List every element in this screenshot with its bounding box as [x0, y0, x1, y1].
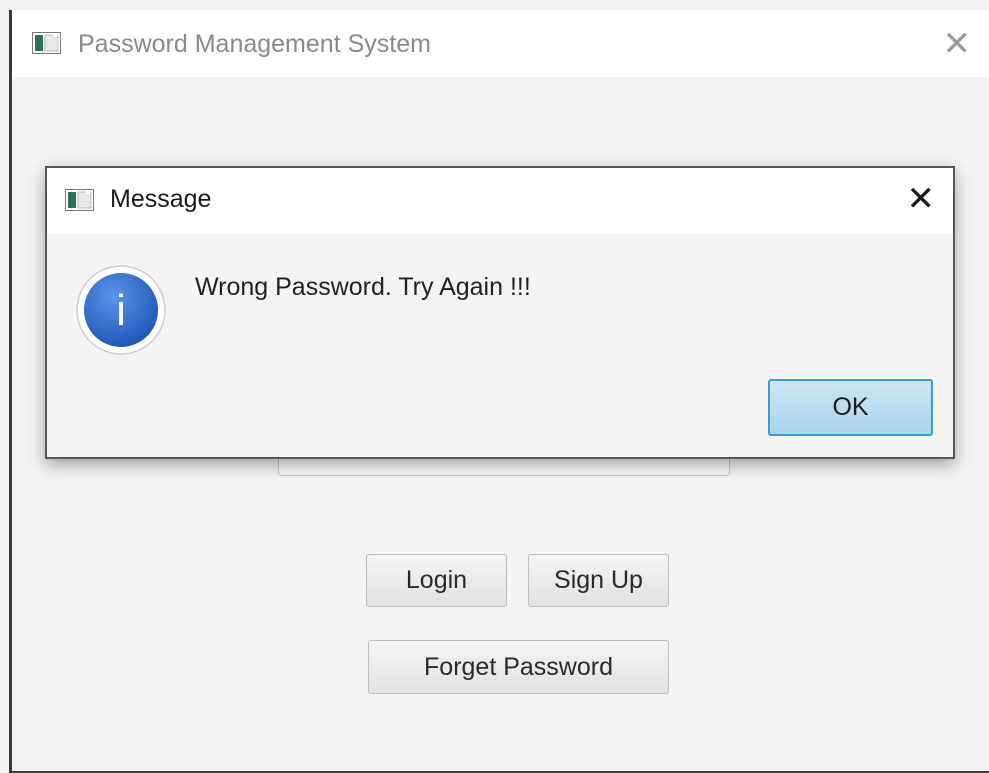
login-button[interactable]: Login [366, 554, 507, 607]
dialog-title: Message [110, 185, 212, 213]
ok-button[interactable]: OK [768, 379, 933, 436]
info-glyph: i [116, 286, 126, 335]
info-icon: i [76, 265, 166, 355]
main-titlebar[interactable]: Password Management System ✕ [12, 10, 989, 77]
sign-up-button[interactable]: Sign Up [528, 554, 669, 607]
forget-password-button[interactable]: Forget Password [368, 640, 669, 694]
app-window-icon [65, 189, 94, 211]
close-icon[interactable]: ✕ [907, 180, 936, 218]
dialog-message: Wrong Password. Try Again !!! [195, 273, 531, 301]
message-dialog: Message ✕ i Wrong Password. Try Again !!… [45, 166, 955, 459]
window-title: Password Management System [78, 30, 431, 58]
app-window-icon [32, 32, 61, 54]
dialog-titlebar[interactable]: Message ✕ [47, 168, 953, 234]
close-icon[interactable]: ✕ [943, 27, 972, 61]
